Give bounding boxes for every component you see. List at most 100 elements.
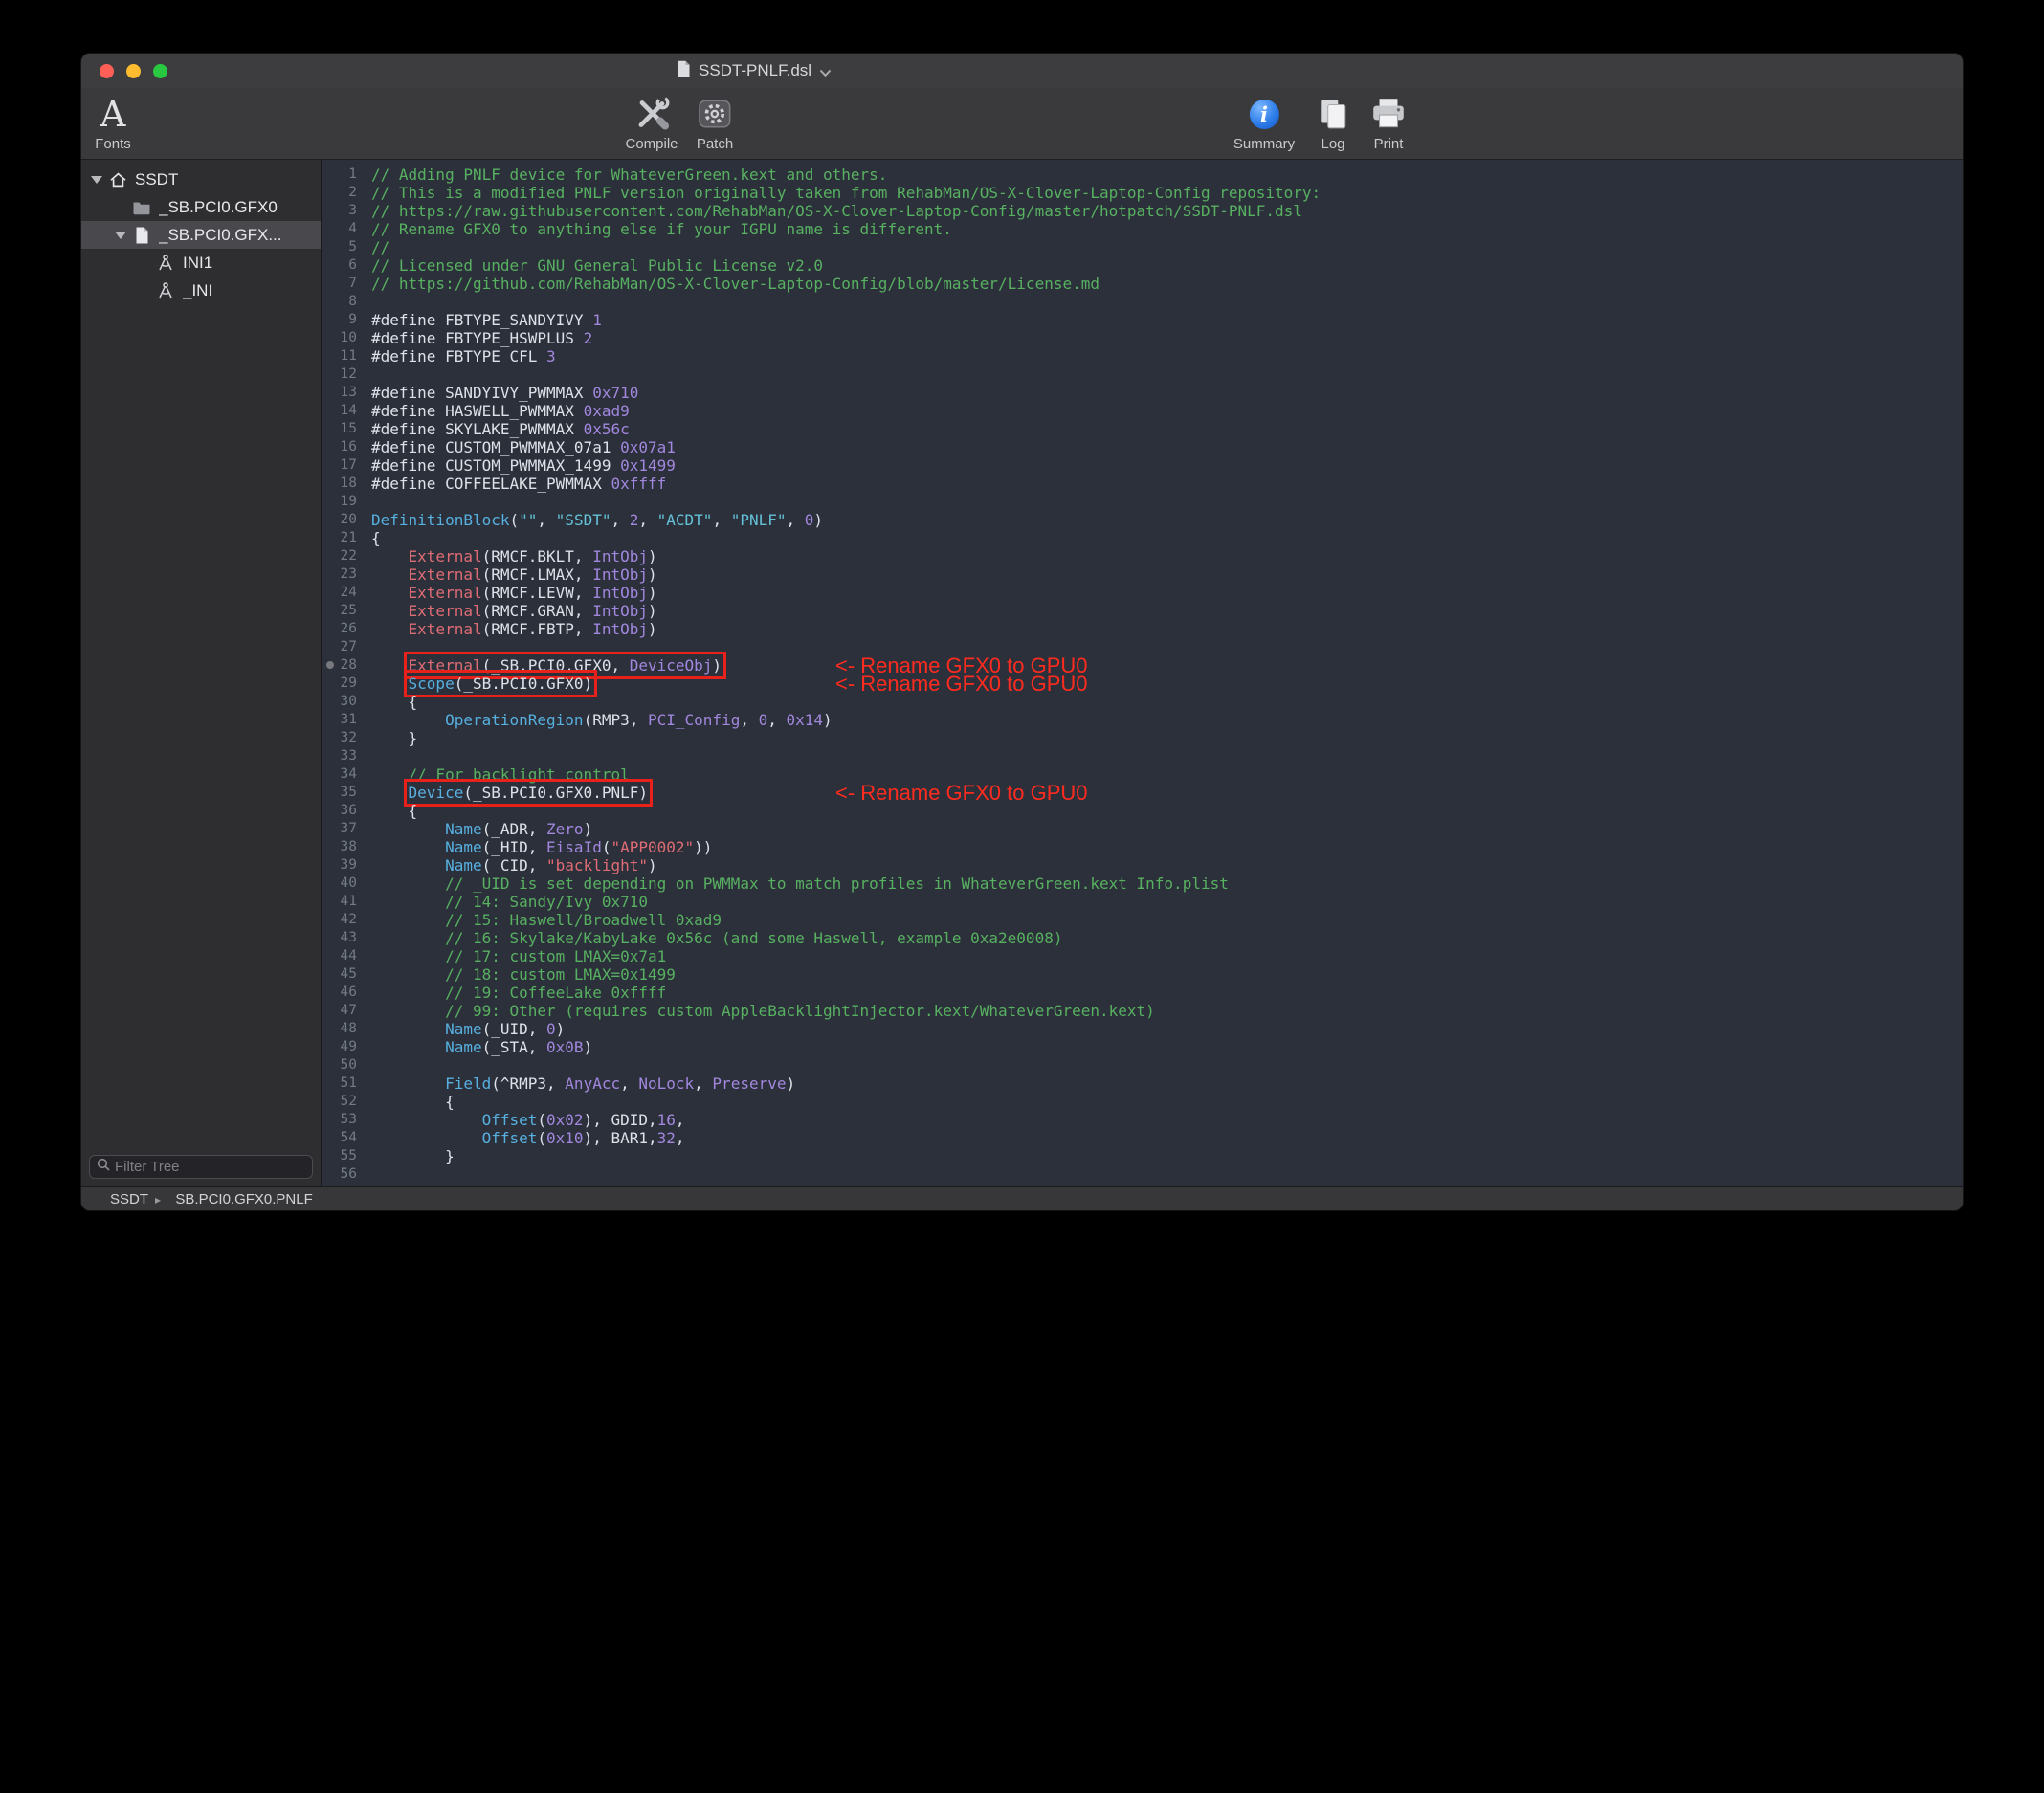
- sidebar-item-sb-pci0-gfx[interactable]: _SB.PCI0.GFX...: [81, 221, 321, 249]
- code-line[interactable]: 4 // Rename GFX0 to anything else if your…: [322, 220, 1963, 238]
- line-number: 4: [322, 220, 365, 238]
- code-line[interactable]: 35 Device(_SB.PCI0.GFX0.PNLF): [322, 784, 1963, 802]
- code-line-text: External(_SB.PCI0.GFX0, DeviceObj): [371, 656, 722, 675]
- fonts-letter-icon: A: [100, 93, 126, 135]
- code-line[interactable]: 40 // _UID is set depending on PWMMax to…: [322, 874, 1963, 893]
- line-number: 5: [322, 238, 365, 256]
- code-line[interactable]: 5//: [322, 238, 1963, 256]
- toolbar-button-fonts[interactable]: AFonts: [95, 93, 131, 152]
- toolbar-label: Compile: [625, 136, 678, 152]
- disclosure-triangle-icon[interactable]: [87, 176, 106, 184]
- code-line[interactable]: 32 }: [322, 729, 1963, 747]
- code-line[interactable]: 17#define CUSTOM_PWMMAX_1499 0x1499: [322, 456, 1963, 475]
- summary-info-icon: i: [1250, 93, 1279, 135]
- code-line[interactable]: 13#define SANDYIVY_PWMMAX 0x710: [322, 384, 1963, 402]
- code-line[interactable]: 34 // For backlight control: [322, 765, 1963, 784]
- code-line-text: #define HASWELL_PWMMAX 0xad9: [371, 402, 630, 420]
- code-line[interactable]: 26 External(RMCF.FBTP, IntObj): [322, 620, 1963, 638]
- code-line[interactable]: 8: [322, 293, 1963, 311]
- code-line[interactable]: 6// Licensed under GNU General Public Li…: [322, 256, 1963, 275]
- disclosure-triangle-icon[interactable]: [111, 232, 130, 239]
- code-line[interactable]: 41 // 14: Sandy/Ivy 0x710: [322, 893, 1963, 911]
- code-line[interactable]: 11#define FBTYPE_CFL 3: [322, 347, 1963, 365]
- code-line[interactable]: 56: [322, 1165, 1963, 1184]
- code-line[interactable]: 3// https://raw.githubusercontent.com/Re…: [322, 202, 1963, 220]
- code-line[interactable]: 45 // 18: custom LMAX=0x1499: [322, 965, 1963, 984]
- code-line[interactable]: 28 External(_SB.PCI0.GFX0, DeviceObj): [322, 656, 1963, 675]
- code-line[interactable]: 36 {: [322, 802, 1963, 820]
- toolbar-label: Patch: [697, 136, 733, 152]
- code-line[interactable]: 22 External(RMCF.BKLT, IntObj): [322, 547, 1963, 565]
- code-line[interactable]: 7// https://github.com/RehabMan/OS-X-Clo…: [322, 275, 1963, 293]
- code-line[interactable]: 14#define HASWELL_PWMMAX 0xad9: [322, 402, 1963, 420]
- code-line[interactable]: 1// Adding PNLF device for WhateverGreen…: [322, 166, 1963, 184]
- code-editor[interactable]: 1// Adding PNLF device for WhateverGreen…: [322, 160, 1963, 1186]
- toolbar-button-log[interactable]: Log: [1316, 93, 1350, 152]
- zoom-button[interactable]: [153, 64, 167, 78]
- window-title-group[interactable]: SSDT-PNLF.dsl: [677, 54, 832, 88]
- line-number: 15: [322, 420, 365, 438]
- code-line-text: OperationRegion(RMP3, PCI_Config, 0, 0x1…: [371, 711, 833, 729]
- code-line[interactable]: 55 }: [322, 1147, 1963, 1165]
- close-button[interactable]: [100, 64, 114, 78]
- sidebar-item-sb-pci0-gfx0[interactable]: _SB.PCI0.GFX0: [81, 193, 321, 221]
- sidebar-item-ini1[interactable]: INI1: [81, 249, 321, 277]
- code-line[interactable]: 52 {: [322, 1093, 1963, 1111]
- line-number: 54: [322, 1129, 365, 1147]
- code-line[interactable]: 53 Offset(0x02), GDID,16,: [322, 1111, 1963, 1129]
- filter-tree-input[interactable]: [115, 1159, 305, 1175]
- code-line[interactable]: 31 OperationRegion(RMP3, PCI_Config, 0, …: [322, 711, 1963, 729]
- code-line[interactable]: 21{: [322, 529, 1963, 547]
- code-line[interactable]: 54 Offset(0x10), BAR1,32,: [322, 1129, 1963, 1147]
- code-line[interactable]: 10#define FBTYPE_HSWPLUS 2: [322, 329, 1963, 347]
- document-icon: [130, 226, 153, 245]
- code-line[interactable]: 49 Name(_STA, 0x0B): [322, 1038, 1963, 1056]
- code-line-text: External(RMCF.BKLT, IntObj): [371, 547, 657, 565]
- status-root: SSDT: [110, 1191, 148, 1207]
- minimize-button[interactable]: [126, 64, 141, 78]
- code-line[interactable]: 50: [322, 1056, 1963, 1074]
- toolbar-button-print[interactable]: Print: [1369, 93, 1408, 152]
- toolbar-button-compile[interactable]: Compile: [625, 93, 678, 152]
- toolbar-button-patch[interactable]: Patch: [697, 93, 733, 152]
- line-number: 40: [322, 874, 365, 893]
- sidebar-item-ini[interactable]: _INI: [81, 277, 321, 304]
- code-line[interactable]: 18#define COFFEELAKE_PWMMAX 0xffff: [322, 475, 1963, 493]
- code-line[interactable]: 44 // 17: custom LMAX=0x7a1: [322, 947, 1963, 965]
- toolbar-button-summary[interactable]: iSummary: [1233, 93, 1295, 152]
- sidebar-tree: SSDT_SB.PCI0.GFX0_SB.PCI0.GFX...INI1_INI: [81, 160, 321, 304]
- gutter-marker-dot: [326, 661, 334, 669]
- code-line[interactable]: 19: [322, 493, 1963, 511]
- line-number: 46: [322, 984, 365, 1002]
- code-line-text: // 14: Sandy/Ivy 0x710: [371, 893, 648, 911]
- code-line[interactable]: 42 // 15: Haswell/Broadwell 0xad9: [322, 911, 1963, 929]
- sidebar-item-ssdt[interactable]: SSDT: [81, 166, 321, 193]
- code-line-text: // Rename GFX0 to anything else if your …: [371, 220, 952, 238]
- code-line[interactable]: 2// This is a modified PNLF version orig…: [322, 184, 1963, 202]
- code-line[interactable]: 24 External(RMCF.LEVW, IntObj): [322, 584, 1963, 602]
- code-line[interactable]: 51 Field(^RMP3, AnyAcc, NoLock, Preserve…: [322, 1074, 1963, 1093]
- code-line-text: Name(_ADR, Zero): [371, 820, 592, 838]
- code-line[interactable]: 37 Name(_ADR, Zero): [322, 820, 1963, 838]
- code-line[interactable]: 38 Name(_HID, EisaId("APP0002")): [322, 838, 1963, 856]
- code-line-text: #define FBTYPE_CFL 3: [371, 347, 556, 365]
- code-line[interactable]: 23 External(RMCF.LMAX, IntObj): [322, 565, 1963, 584]
- code-line[interactable]: 48 Name(_UID, 0): [322, 1020, 1963, 1038]
- filter-field[interactable]: [89, 1155, 313, 1179]
- code-line[interactable]: 12: [322, 365, 1963, 384]
- code-line-text: Name(_STA, 0x0B): [371, 1038, 592, 1056]
- code-line[interactable]: 43 // 16: Skylake/KabyLake 0x56c (and so…: [322, 929, 1963, 947]
- code-line[interactable]: 16#define CUSTOM_PWMMAX_07a1 0x07a1: [322, 438, 1963, 456]
- code-line[interactable]: 33: [322, 747, 1963, 765]
- code-line[interactable]: 15#define SKYLAKE_PWMMAX 0x56c: [322, 420, 1963, 438]
- code-line[interactable]: 30 {: [322, 693, 1963, 711]
- code-line[interactable]: 25 External(RMCF.GRAN, IntObj): [322, 602, 1963, 620]
- code-line[interactable]: 27: [322, 638, 1963, 656]
- code-line[interactable]: 47 // 99: Other (requires custom AppleBa…: [322, 1002, 1963, 1020]
- code-line[interactable]: 9#define FBTYPE_SANDYIVY 1: [322, 311, 1963, 329]
- code-line[interactable]: 20DefinitionBlock("", "SSDT", 2, "ACDT",…: [322, 511, 1963, 529]
- code-line[interactable]: 46 // 19: CoffeeLake 0xffff: [322, 984, 1963, 1002]
- code-line-text: External(RMCF.LMAX, IntObj): [371, 565, 657, 584]
- code-line[interactable]: 39 Name(_CID, "backlight"): [322, 856, 1963, 874]
- code-line[interactable]: 29 Scope(_SB.PCI0.GFX0): [322, 675, 1963, 693]
